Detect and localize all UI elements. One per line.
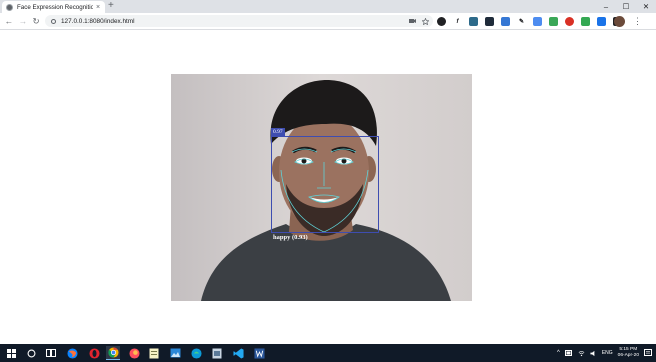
file-manager-taskbar-app[interactable] bbox=[210, 346, 224, 360]
extensions-bar: f ✎ bbox=[437, 16, 629, 27]
task-view-button[interactable] bbox=[44, 346, 58, 360]
pen-extension-icon[interactable]: ✎ bbox=[517, 17, 526, 26]
browser-tab[interactable]: Face Expression Recognition × bbox=[2, 1, 105, 13]
url-text: 127.0.0.1:8080/index.html bbox=[61, 17, 135, 25]
firefox-taskbar-app[interactable] bbox=[65, 346, 79, 360]
dark-mode-extension-icon[interactable] bbox=[437, 17, 446, 26]
red-extension-icon[interactable] bbox=[565, 17, 574, 26]
expression-label: happy (0.93) bbox=[273, 234, 308, 241]
green-extension-icon[interactable] bbox=[549, 17, 558, 26]
browser-menu-button[interactable]: ⋮ bbox=[633, 15, 642, 27]
system-clock[interactable]: 5:15 PM 06-Apr-20 bbox=[618, 347, 639, 359]
windows-logo-icon bbox=[6, 348, 16, 358]
translate-extension-icon[interactable] bbox=[533, 17, 542, 26]
start-button[interactable] bbox=[4, 346, 18, 360]
function-extension-icon[interactable]: f bbox=[453, 17, 462, 26]
firefox-nightly-icon bbox=[128, 347, 140, 359]
document-icon bbox=[212, 348, 222, 358]
photos-taskbar-app[interactable] bbox=[168, 346, 182, 360]
photos-icon bbox=[170, 348, 180, 358]
edge-taskbar-app[interactable] bbox=[189, 346, 203, 360]
firefox-nightly-taskbar-app[interactable] bbox=[127, 346, 141, 360]
show-hidden-icons-chevron-icon[interactable]: ^ bbox=[557, 350, 560, 356]
info-icon[interactable] bbox=[51, 18, 56, 24]
word-icon bbox=[253, 347, 265, 359]
opera-taskbar-app[interactable] bbox=[87, 346, 101, 360]
vscode-taskbar-app[interactable] bbox=[231, 346, 245, 360]
new-tab-button[interactable]: + bbox=[108, 0, 114, 12]
tab-title: Face Expression Recognition bbox=[17, 3, 93, 11]
notes-taskbar-app[interactable] bbox=[147, 346, 161, 360]
window-controls: – ☐ ✕ bbox=[596, 0, 656, 13]
minimize-button[interactable]: – bbox=[596, 0, 616, 13]
notes-icon bbox=[149, 348, 159, 358]
checkmark-extension-icon[interactable] bbox=[597, 17, 606, 26]
face-detection-box bbox=[271, 136, 379, 233]
page-content: 0.97 happy (0.93) bbox=[0, 31, 656, 342]
volume-icon[interactable] bbox=[590, 350, 597, 357]
clock-date: 06-Apr-20 bbox=[617, 353, 639, 358]
grid-extension-icon[interactable] bbox=[581, 17, 590, 26]
tab-strip: Face Expression Recognition × + – ☐ ✕ bbox=[0, 0, 656, 13]
browser-toolbar: ← → ↻ 127.0.0.1:8080/index.html f ✎ ⋮ bbox=[0, 13, 656, 30]
blue-extension-icon[interactable] bbox=[501, 17, 510, 26]
search-button[interactable] bbox=[24, 346, 38, 360]
maximize-button[interactable]: ☐ bbox=[616, 0, 636, 13]
detection-score-label: 0.97 bbox=[271, 128, 285, 137]
robot-extension-icon[interactable] bbox=[485, 17, 494, 26]
vscode-icon bbox=[232, 347, 244, 359]
edge-icon bbox=[190, 347, 202, 359]
chrome-icon bbox=[107, 347, 119, 358]
address-bar[interactable]: 127.0.0.1:8080/index.html bbox=[45, 15, 433, 27]
tab-close-button[interactable]: × bbox=[96, 4, 100, 11]
bird-extension-icon[interactable] bbox=[469, 17, 478, 26]
bookmark-star-icon[interactable] bbox=[422, 17, 429, 25]
globe-icon bbox=[6, 3, 13, 11]
profile-avatar[interactable] bbox=[614, 16, 625, 27]
forward-button[interactable]: → bbox=[17, 15, 29, 27]
webcam-video: 0.97 happy (0.93) bbox=[171, 74, 472, 301]
opera-icon bbox=[88, 347, 100, 359]
windows-taskbar: ^ ENG 5:15 PM 06-Apr-20 bbox=[0, 344, 656, 362]
close-window-button[interactable]: ✕ bbox=[636, 0, 656, 13]
language-indicator[interactable]: ENG bbox=[602, 350, 613, 356]
back-button[interactable]: ← bbox=[3, 15, 15, 27]
search-icon bbox=[27, 349, 35, 357]
firefox-icon bbox=[66, 347, 78, 359]
chrome-taskbar-app[interactable] bbox=[106, 346, 120, 360]
battery-icon[interactable] bbox=[564, 350, 573, 356]
task-view-icon bbox=[46, 349, 56, 357]
word-taskbar-app[interactable] bbox=[252, 346, 266, 360]
camera-icon[interactable] bbox=[409, 18, 416, 24]
system-tray: ^ ENG 5:15 PM 06-Apr-20 bbox=[557, 344, 652, 362]
notification-center-icon[interactable] bbox=[644, 349, 652, 357]
reload-button[interactable]: ↻ bbox=[30, 15, 42, 27]
wifi-icon[interactable] bbox=[578, 350, 585, 357]
